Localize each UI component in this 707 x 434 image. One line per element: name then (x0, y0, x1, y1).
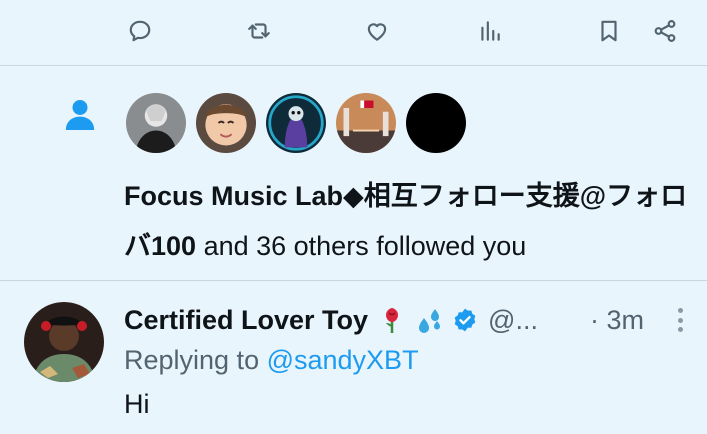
author-handle[interactable]: @... (488, 305, 538, 336)
timestamp[interactable]: · 3m (590, 300, 644, 340)
follower-avatar[interactable] (404, 91, 468, 155)
verified-badge-icon[interactable] (452, 307, 478, 333)
like-icon[interactable] (360, 14, 394, 48)
follower-avatar[interactable] (124, 91, 188, 155)
tweet-action-bar (0, 0, 707, 66)
tweet-header: Certified Lover Toy @... (124, 300, 538, 340)
follow-summary-rest: and 36 others followed you (196, 231, 527, 261)
follower-avatar[interactable] (194, 91, 258, 155)
follow-notification[interactable]: Focus Music Lab◆相互フォロー支援@フォロバ100 and 36 … (0, 67, 707, 281)
person-icon (60, 95, 100, 135)
more-options-icon[interactable] (670, 304, 690, 336)
replying-prefix: Replying to (124, 345, 267, 375)
mention-link[interactable]: @sandyXBT (267, 345, 419, 375)
share-icon[interactable] (648, 14, 682, 48)
follower-avatar[interactable] (334, 91, 398, 155)
replying-to: Replying to @sandyXBT (124, 342, 419, 378)
rose-emoji (378, 306, 406, 334)
follower-avatar[interactable] (264, 91, 328, 155)
follow-summary: Focus Music Lab◆相互フォロー支援@フォロバ100 and 36 … (124, 171, 694, 271)
author-name[interactable]: Certified Lover Toy (124, 305, 368, 336)
reply-tweet[interactable]: Certified Lover Toy @... · 3m Replying t… (0, 282, 707, 434)
avatar[interactable] (24, 302, 104, 382)
sweat-droplets-emoji (416, 306, 444, 334)
retweet-icon[interactable] (242, 14, 276, 48)
reply-icon[interactable] (123, 14, 157, 48)
views-icon[interactable] (473, 14, 507, 48)
bookmark-icon[interactable] (592, 14, 626, 48)
tweet-text: Hi (124, 389, 150, 419)
